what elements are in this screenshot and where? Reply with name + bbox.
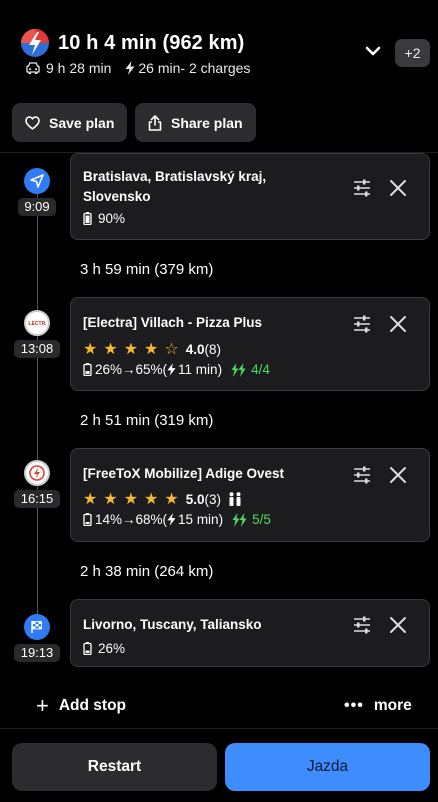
- timeline-line: [37, 190, 38, 630]
- finish-flag-icon: [31, 621, 42, 633]
- close-icon[interactable]: [389, 179, 407, 197]
- lightning-icon: [167, 363, 176, 376]
- close-icon[interactable]: [389, 315, 407, 333]
- start-marker: [24, 168, 50, 194]
- family-icon: [229, 492, 241, 506]
- freetox-logo-icon: [29, 465, 45, 481]
- tune-icon[interactable]: [352, 615, 372, 635]
- rating-row: ★ ★ ★ ★ ☆ 4.0 (8): [83, 339, 221, 359]
- battery-level: 90%: [98, 211, 126, 226]
- stop-battery: 90%: [83, 211, 125, 226]
- charger-marker: [24, 460, 50, 486]
- share-plan-button[interactable]: Share plan: [135, 103, 256, 142]
- extra-count-badge[interactable]: +2: [395, 39, 430, 67]
- charge-row: 14%→68%( 15 min) 5/5: [83, 512, 271, 527]
- rating-value: 4.0: [185, 341, 205, 357]
- tune-icon[interactable]: [352, 178, 372, 198]
- stop-card-destination[interactable]: Livorno, Tuscany, Taliansko 26%: [70, 599, 430, 667]
- close-icon[interactable]: [389, 466, 407, 484]
- charge-summary: 26 min- 2 charges: [138, 60, 251, 76]
- electra-logo-icon: ELECTRA: [28, 321, 46, 327]
- car-icon: [26, 62, 40, 74]
- charger-marker: ELECTRA: [24, 310, 50, 336]
- svg-text:ELECTRA: ELECTRA: [28, 321, 46, 327]
- plug-availability: 5/5: [232, 512, 271, 527]
- rating-row: ★ ★ ★ ★ ★ 5.0 (3): [83, 489, 243, 509]
- double-bolt-icon: [231, 362, 246, 377]
- route-summary-title: 10 h 4 min (962 km): [58, 32, 245, 54]
- drive-time: 9 h 28 min: [46, 60, 112, 76]
- segment-duration: 2 h 51 min (319 km): [80, 412, 214, 429]
- navigation-arrow-icon: [30, 174, 44, 188]
- stop-time: 19:13: [14, 644, 60, 662]
- star-full-icon: ★: [103, 491, 118, 508]
- stop-time: 13:08: [14, 340, 60, 358]
- star-full-icon: ★: [123, 491, 139, 508]
- charge-range: 14%→68%(: [95, 512, 168, 527]
- star-full-icon: ★: [83, 341, 98, 358]
- star-full-icon: ★: [103, 341, 118, 358]
- double-bolt-icon: [232, 512, 247, 527]
- review-count: (3): [204, 491, 222, 507]
- star-full-icon: ★: [123, 341, 139, 358]
- plug-availability: 4/4: [231, 362, 270, 377]
- stop-name-line1: Bratislava, Bratislavský kraj,: [83, 169, 267, 184]
- plus-icon: +: [36, 693, 49, 718]
- battery-icon: [83, 513, 92, 526]
- star-full-icon: ★: [144, 341, 159, 358]
- tune-icon[interactable]: [352, 314, 372, 334]
- stop-time: 16:15: [14, 490, 60, 508]
- star-empty-icon: ☆: [164, 341, 179, 358]
- star-full-icon: ★: [144, 491, 159, 508]
- destination-marker: [24, 614, 50, 640]
- stop-time: 9:09: [18, 198, 56, 216]
- stop-name: [Electra] Villach - Pizza Plus: [83, 315, 263, 330]
- restart-button[interactable]: Restart: [12, 743, 217, 791]
- rating-value: 5.0: [185, 491, 205, 507]
- divider: [0, 728, 438, 729]
- tune-icon[interactable]: [352, 465, 372, 485]
- save-plan-button[interactable]: Save plan: [12, 103, 127, 142]
- segment-duration: 2 h 38 min (264 km): [80, 563, 214, 580]
- battery-icon: [83, 363, 92, 376]
- battery-level: 26%: [98, 641, 126, 656]
- stop-battery: 26%: [83, 641, 125, 656]
- route-subline: 9 h 28 min 26 min- 2 charges: [26, 60, 250, 76]
- heart-icon: [25, 115, 40, 130]
- review-count: (8): [204, 341, 222, 357]
- route-header: 10 h 4 min (962 km) 9 h 28 min 26 min- 2…: [0, 0, 438, 96]
- chevron-down-icon[interactable]: [362, 40, 384, 62]
- more-dots-icon: •••: [344, 697, 364, 714]
- share-plan-label: Share plan: [171, 114, 243, 131]
- save-plan-label: Save plan: [49, 114, 115, 131]
- more-button[interactable]: ••• more: [344, 697, 412, 715]
- app-logo-icon: [21, 29, 49, 57]
- drive-button[interactable]: Jazda: [225, 743, 430, 791]
- charge-duration: 11 min): [178, 362, 223, 377]
- segment-duration: 3 h 59 min (379 km): [80, 261, 214, 278]
- stop-name-line2: Slovensko: [83, 189, 151, 204]
- stop-card-charger[interactable]: [FreeToX Mobilize] Adige Ovest ★ ★ ★ ★ ★…: [70, 448, 430, 542]
- charge-duration: 15 min): [178, 512, 224, 527]
- lightning-icon: [125, 61, 135, 75]
- lightning-icon: [167, 513, 176, 526]
- add-stop-label: Add stop: [58, 697, 127, 714]
- battery-icon: [83, 642, 92, 655]
- stop-name: [FreeToX Mobilize] Adige Ovest: [83, 466, 285, 481]
- close-icon[interactable]: [389, 616, 407, 634]
- stop-card-origin[interactable]: Bratislava, Bratislavský kraj, Slovensko…: [70, 153, 430, 240]
- add-stop-button[interactable]: + Add stop: [36, 693, 127, 718]
- battery-icon: [83, 212, 92, 225]
- stop-name: Livorno, Tuscany, Taliansko: [83, 617, 262, 632]
- plug-count: 5/5: [252, 512, 271, 527]
- charge-row: 26%→65%( 11 min) 4/4: [83, 362, 270, 377]
- star-full-icon: ★: [164, 491, 179, 508]
- stop-card-charger[interactable]: [Electra] Villach - Pizza Plus ★ ★ ★ ★ ☆…: [70, 297, 430, 391]
- star-full-icon: ★: [83, 491, 98, 508]
- more-label: more: [373, 697, 412, 714]
- charge-range: 26%→65%(: [95, 362, 168, 377]
- share-icon: [148, 114, 162, 131]
- plug-count: 4/4: [251, 362, 270, 377]
